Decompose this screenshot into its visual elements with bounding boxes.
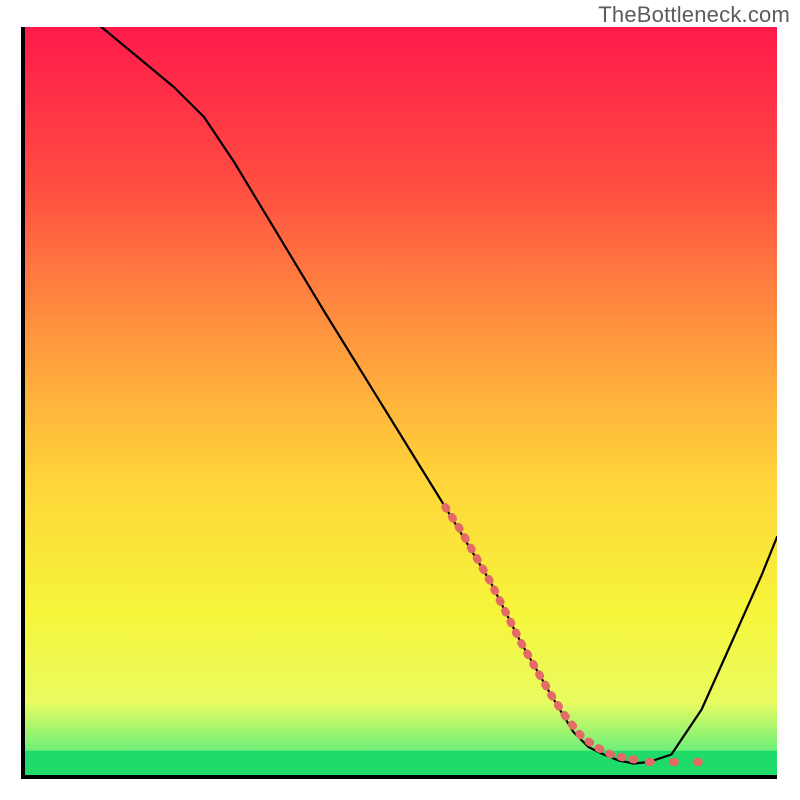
chart-svg [0,0,800,800]
gradient-fill [23,27,777,777]
chart-container: { "watermark": { "text": "TheBottleneck.… [0,0,800,800]
watermark-text: TheBottleneck.com [598,2,790,28]
green-band [23,751,777,777]
plot-area [23,0,777,777]
